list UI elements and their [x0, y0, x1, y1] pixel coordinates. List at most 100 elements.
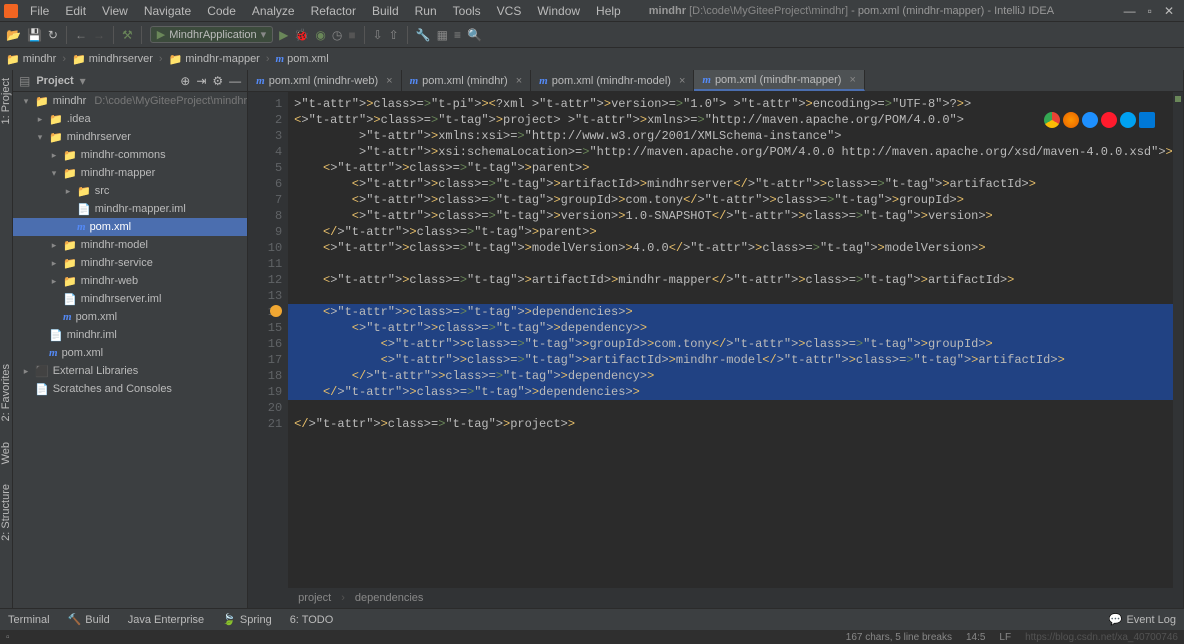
editor[interactable]: 123456789101112131415161718192021 >"t-at… [248, 92, 1183, 588]
browser-icons [1044, 112, 1155, 128]
tree-item[interactable]: ▸📁mindhr-service [13, 254, 247, 272]
editor-tab[interactable]: mpom.xml (mindhr-mapper)× [694, 70, 865, 91]
chrome-icon[interactable] [1044, 112, 1060, 128]
back-icon[interactable]: ← [75, 28, 87, 42]
opera-icon[interactable] [1101, 112, 1117, 128]
tree-item[interactable]: ▸📁mindhr-commons [13, 146, 247, 164]
project-tree[interactable]: ▾📁mindhrD:\code\MyGiteeProject\mindhr▸📁.… [13, 92, 247, 608]
forward-icon[interactable]: → [93, 28, 105, 42]
menu-run[interactable]: Run [407, 2, 445, 20]
tree-item[interactable]: mpom.xml [13, 218, 247, 236]
status-line-sep[interactable]: LF [999, 632, 1011, 643]
status-bar: ▫ 167 chars, 5 line breaks 14:5 LF https… [0, 630, 1184, 644]
breadcrumb-item[interactable]: project [298, 592, 331, 604]
panel-title: Project [36, 75, 73, 87]
watermark: https://blog.csdn.net/xa_40700746 [1025, 632, 1178, 643]
open-icon[interactable]: 📂 [6, 28, 21, 42]
close-button[interactable]: ✕ [1164, 4, 1174, 18]
tree-item[interactable]: ▾📁mindhrserver [13, 128, 247, 146]
menu-navigate[interactable]: Navigate [136, 2, 199, 20]
safari-icon[interactable] [1082, 112, 1098, 128]
tool-todo[interactable]: 6: TODO [290, 614, 334, 626]
tree-item[interactable]: 📄mindhr.iml [13, 326, 247, 344]
menu-vcs[interactable]: VCS [489, 2, 530, 20]
close-tab-icon[interactable]: × [386, 75, 392, 87]
save-icon[interactable]: 💾 [27, 28, 42, 42]
menu-view[interactable]: View [94, 2, 136, 20]
nav-crumb[interactable]: 📁mindhrserver [72, 53, 153, 66]
sdk-icon[interactable]: ≡ [454, 28, 461, 42]
tree-item[interactable]: ▾📁mindhrD:\code\MyGiteeProject\mindhr [13, 92, 247, 110]
menu-window[interactable]: Window [529, 2, 588, 20]
editor-area: mpom.xml (mindhr-web)× mpom.xml (mindhr)… [248, 70, 1183, 608]
tool-project[interactable]: 1: Project [0, 78, 12, 124]
sync-icon[interactable]: ↻ [48, 28, 58, 42]
tool-java-enterprise[interactable]: Java Enterprise [128, 614, 204, 626]
tree-item[interactable]: mpom.xml [13, 308, 247, 326]
editor-tab[interactable]: mpom.xml (mindhr)× [402, 70, 532, 91]
tree-item[interactable]: ▾📁mindhr-mapper [13, 164, 247, 182]
gear-icon[interactable]: ⚙ [212, 74, 223, 88]
status-mark [1175, 96, 1181, 102]
menu-edit[interactable]: Edit [57, 2, 94, 20]
tree-item[interactable]: ▸📁.idea [13, 110, 247, 128]
navigation-bar: 📁mindhr › 📁mindhrserver › 📁mindhr-mapper… [0, 48, 1184, 70]
status-caret: 14:5 [966, 632, 985, 643]
stop-icon[interactable]: ■ [348, 28, 355, 42]
close-tab-icon[interactable]: × [679, 75, 685, 87]
tool-favorites[interactable]: 2: Favorites [0, 364, 12, 421]
tree-item[interactable]: ▸📁mindhr-model [13, 236, 247, 254]
tree-item[interactable]: ▸📁mindhr-web [13, 272, 247, 290]
firefox-icon[interactable] [1063, 112, 1079, 128]
collapse-icon[interactable]: ⇥ [196, 74, 206, 88]
status-icon[interactable]: ▫ [6, 632, 10, 643]
tree-item[interactable]: mpom.xml [13, 344, 247, 362]
project-structure-icon[interactable]: ▦ [437, 28, 448, 42]
menu-file[interactable]: File [22, 2, 57, 20]
breadcrumb-item[interactable]: dependencies [355, 592, 424, 604]
vcs-update-icon[interactable]: ⇩ [373, 28, 383, 42]
ie-icon[interactable] [1120, 112, 1136, 128]
tool-terminal[interactable]: Terminal [8, 614, 50, 626]
run-configuration-selector[interactable]: ▶ MindhrApplication ▾ [150, 26, 273, 43]
menu-help[interactable]: Help [588, 2, 629, 20]
edge-icon[interactable] [1139, 112, 1155, 128]
nav-crumb[interactable]: mpom.xml [276, 53, 329, 65]
tool-structure[interactable]: 2: Structure [0, 484, 12, 541]
minimize-button[interactable]: — [1124, 4, 1136, 18]
menu-code[interactable]: Code [199, 2, 244, 20]
editor-tab[interactable]: mpom.xml (mindhr-model)× [531, 70, 694, 91]
menu-analyze[interactable]: Analyze [244, 2, 303, 20]
settings-icon[interactable]: 🔧 [416, 28, 431, 42]
menu-refactor[interactable]: Refactor [303, 2, 364, 20]
run-icon[interactable]: ▶ [279, 28, 288, 42]
menu-build[interactable]: Build [364, 2, 407, 20]
error-stripe[interactable] [1173, 92, 1183, 588]
editor-tabs: mpom.xml (mindhr-web)× mpom.xml (mindhr)… [248, 70, 1183, 92]
tool-event-log[interactable]: 💬 Event Log [1109, 613, 1176, 626]
tree-item[interactable]: ▸📁src [13, 182, 247, 200]
maximize-button[interactable]: ▫ [1148, 4, 1152, 18]
code-area[interactable]: >"t-attr">>class>=>"t-pi">><?xml >"t-att… [288, 92, 1173, 588]
tree-item[interactable]: 📄Scratches and Consoles [13, 380, 247, 398]
vcs-commit-icon[interactable]: ⇧ [389, 28, 399, 42]
menu-tools[interactable]: Tools [445, 2, 489, 20]
tree-item[interactable]: 📄mindhr-mapper.iml [13, 200, 247, 218]
nav-crumb[interactable]: 📁mindhr [6, 53, 56, 66]
tree-item[interactable]: ▸⬛External Libraries [13, 362, 247, 380]
locate-icon[interactable]: ⊕ [180, 74, 190, 88]
hide-icon[interactable]: — [229, 74, 241, 88]
tree-item[interactable]: 📄mindhrserver.iml [13, 290, 247, 308]
tool-build[interactable]: 🔨 Build [68, 613, 110, 626]
search-icon[interactable]: 🔍 [467, 28, 482, 42]
tool-web[interactable]: Web [0, 442, 12, 464]
debug-icon[interactable]: 🐞 [294, 28, 309, 42]
profile-icon[interactable]: ◷ [332, 28, 342, 42]
close-tab-icon[interactable]: × [516, 75, 522, 87]
coverage-icon[interactable]: ◉ [315, 28, 325, 42]
nav-crumb[interactable]: 📁mindhr-mapper [169, 53, 260, 66]
close-tab-icon[interactable]: × [849, 74, 855, 86]
tool-spring[interactable]: 🍃 Spring [222, 613, 272, 626]
build-icon[interactable]: ⚒ [122, 28, 133, 42]
editor-tab[interactable]: mpom.xml (mindhr-web)× [248, 70, 401, 91]
